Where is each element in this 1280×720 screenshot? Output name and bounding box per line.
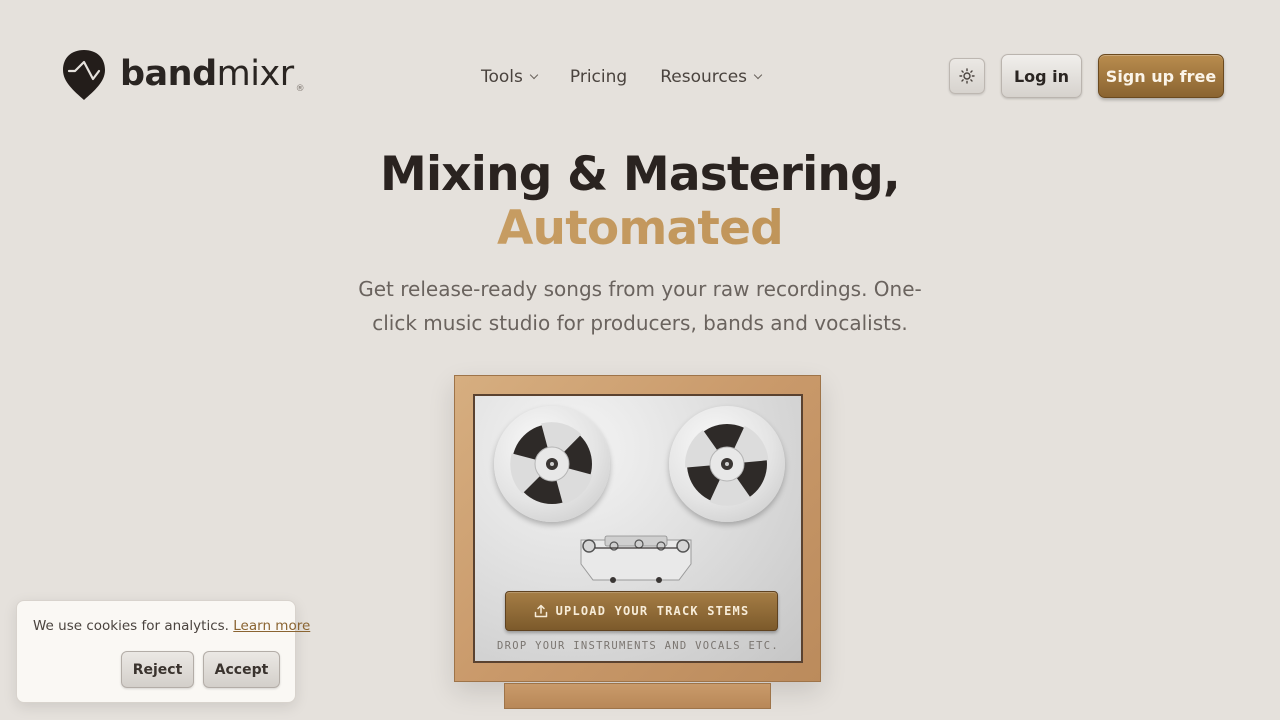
nav-tools[interactable]: Tools (481, 67, 539, 87)
hero-subtitle: Get release-ready songs from your raw re… (358, 277, 922, 335)
logo-pin-icon (63, 50, 105, 100)
cookie-learn-more-link[interactable]: Learn more (233, 618, 310, 634)
nav-pricing[interactable]: Pricing (570, 67, 627, 87)
nav-tools-label: Tools (481, 67, 523, 87)
drop-hint-text: DROP YOUR INSTRUMENTS AND VOCALS ETC. (497, 640, 779, 652)
theme-toggle-button[interactable] (949, 58, 985, 94)
upload-dropzone[interactable]: UPLOAD YOUR TRACK STEMS DROP YOUR INSTRU… (473, 394, 803, 663)
hero-title-accent: Automated (0, 202, 1280, 256)
upload-stems-label: UPLOAD YOUR TRACK STEMS (555, 604, 750, 618)
brand-logo[interactable]: bandmixr ® (62, 49, 305, 101)
chevron-down-icon (753, 70, 763, 80)
registered-mark: ® (295, 83, 305, 94)
tape-reel-right-icon (669, 406, 785, 522)
chevron-down-icon (529, 70, 539, 80)
cookie-banner: We use cookies for analytics. Learn more… (16, 600, 310, 703)
nav-pricing-label: Pricing (569, 67, 628, 87)
hero-title: Mixing & Mastering, Automated (0, 148, 1280, 256)
brand-name-bold: band (120, 53, 217, 94)
tape-reel-left-icon (494, 406, 610, 522)
hero-title-line1: Mixing & Mastering, (380, 147, 901, 202)
cookie-message-text: We use cookies for analytics. (33, 618, 229, 634)
cookie-message: We use cookies for analytics. Learn more (33, 618, 310, 634)
cookie-accept-button[interactable]: Accept (203, 651, 280, 688)
nav-resources-label: Resources (660, 67, 748, 87)
sun-icon (959, 68, 975, 84)
signup-button[interactable]: Sign up free (1098, 54, 1224, 98)
brand-wordmark: bandmixr ® (120, 53, 305, 94)
nav-resources[interactable]: Resources (660, 67, 763, 87)
upload-icon (534, 604, 547, 618)
upload-stems-button[interactable]: UPLOAD YOUR TRACK STEMS (505, 591, 778, 631)
tape-machine-base (504, 683, 771, 709)
login-button[interactable]: Log in (1001, 54, 1082, 98)
cookie-reject-button[interactable]: Reject (121, 651, 194, 688)
brand-name-light: mixr (216, 53, 294, 94)
tape-head-icon (580, 535, 692, 583)
main-nav: Tools Pricing Resources (481, 66, 763, 88)
